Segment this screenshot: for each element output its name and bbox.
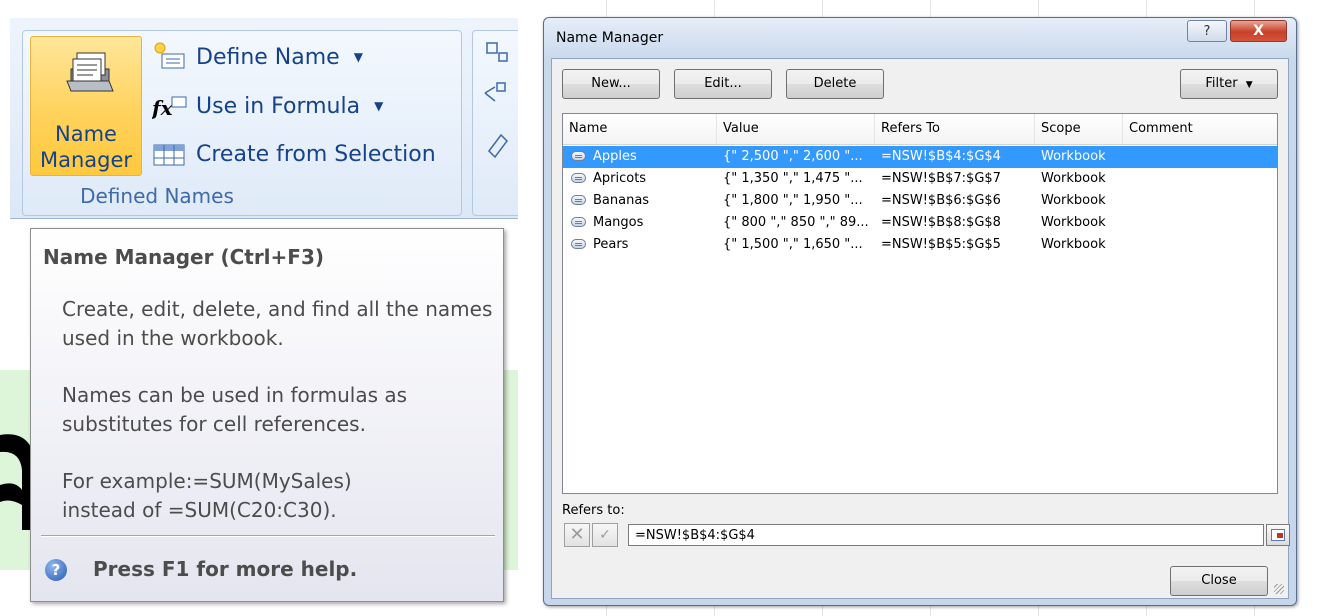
filter-button[interactable]: Filter ▼ (1180, 69, 1278, 99)
help-icon: ? (45, 559, 67, 581)
formula-auditing-icons (484, 42, 508, 159)
cell-name: Mangos (593, 215, 644, 230)
cell-scope: Workbook (1041, 171, 1106, 186)
cell-refers-to: =NSW!$B$4:$G$4 (881, 149, 1001, 164)
table-row[interactable]: Bananas {" 1,800 "," 1,950 "... =NSW!$B$6:… (563, 190, 1277, 212)
tooltip-example-line-2: instead of =SUM(C20:C30). (62, 498, 337, 522)
defined-name-icon (571, 151, 586, 161)
table-row[interactable]: Mangos {" 800 "," 850 "," 89... =NSW!$B$8:… (563, 212, 1277, 234)
name-manager-label-line2: Manager (39, 148, 133, 172)
use-in-formula-dropdown-icon: ▼ (374, 99, 384, 113)
dialog-close-icon[interactable]: X (1230, 20, 1287, 42)
cell-scope: Workbook (1041, 215, 1106, 230)
column-header-scope[interactable]: Scope (1035, 114, 1123, 144)
defined-names-group-label: Defined Names (80, 184, 234, 208)
new-button[interactable]: New... (562, 69, 660, 99)
cell-comment (1129, 234, 1277, 256)
collapse-dialog-button[interactable] (1266, 524, 1290, 546)
define-name-dropdown-icon: ▼ (353, 50, 363, 64)
cell-comment (1129, 190, 1277, 212)
table-row[interactable]: Apples {" 2,500 "," 2,600 "... =NSW!$B$4:$… (563, 146, 1277, 168)
cell-refers-to: =NSW!$B$8:$G$8 (881, 215, 1001, 230)
dialog-title: Name Manager (556, 30, 664, 46)
column-header-name[interactable]: Name (563, 114, 717, 144)
close-button[interactable]: Close (1170, 566, 1268, 596)
cell-name: Pears (593, 237, 629, 252)
name-manager-tooltip: Name Manager (Ctrl+F3) Create, edit, del… (30, 228, 504, 602)
tooltip-example-line-1: For example:=SUM(MySales) (62, 469, 352, 493)
dialog-help-button[interactable]: ? (1187, 20, 1227, 42)
use-in-formula-label: Use in Formula (196, 93, 361, 119)
column-header-refers-to[interactable]: Refers To (875, 114, 1035, 144)
cell-refers-to: =NSW!$B$7:$G$7 (881, 171, 1001, 186)
use-in-formula-icon: fx (152, 96, 187, 120)
cell-value: {" 1,500 "," 1,650 "... (723, 237, 863, 252)
create-from-selection-button[interactable]: Create from Selection (152, 139, 436, 169)
name-manager-label-line1: Name (55, 122, 117, 146)
name-manager-dialog: Name Manager ? X New... Edit... Delete F… (543, 17, 1297, 606)
cell-name: Apples (593, 149, 637, 164)
column-header-comment[interactable]: Comment (1123, 114, 1277, 144)
defined-name-icon (571, 217, 586, 227)
list-header: Name Value Refers To Scope Comment (563, 114, 1277, 145)
delete-button[interactable]: Delete (786, 69, 884, 99)
define-name-label: Define Name (196, 44, 340, 70)
dialog-body: New... Edit... Delete Filter ▼ Name Valu… (551, 58, 1290, 599)
cell-value: {" 1,350 "," 1,475 "... (723, 171, 863, 186)
edit-button[interactable]: Edit... (674, 69, 772, 99)
cell-name: Bananas (593, 193, 650, 208)
defined-name-icon (571, 173, 586, 183)
cell-comment (1129, 146, 1277, 168)
table-row[interactable]: Apricots {" 1,350 "," 1,475 "... =NSW!$B$7… (563, 168, 1277, 190)
create-from-selection-icon (153, 144, 185, 166)
next-ribbon-group (472, 30, 519, 216)
filter-dropdown-icon: ▼ (1245, 80, 1253, 90)
create-from-selection-label: Create from Selection (196, 141, 436, 167)
tooltip-help-text: Press F1 for more help. (93, 557, 358, 581)
define-name-icon (154, 42, 185, 69)
confirm-edit-icon[interactable]: ✓ (592, 523, 618, 547)
collapse-dialog-icon (1271, 529, 1285, 541)
tooltip-paragraph-2: Names can be used in formulas as substit… (62, 383, 408, 436)
cell-refers-to: =NSW!$B$5:$G$5 (881, 237, 1001, 252)
defined-name-icon (571, 195, 586, 205)
tooltip-divider (41, 535, 495, 537)
use-in-formula-button[interactable]: fx Use in Formula ▼ (152, 91, 383, 121)
cell-scope: Workbook (1041, 193, 1106, 208)
resize-grip-icon[interactable] (1274, 584, 1284, 594)
cell-value: {" 2,500 "," 2,600 "... (723, 149, 863, 164)
defined-name-icon (571, 239, 586, 249)
column-header-value[interactable]: Value (717, 114, 875, 144)
cancel-edit-icon[interactable]: ✕ (564, 523, 590, 547)
svg-text:fx: fx (152, 96, 174, 120)
name-manager-button[interactable]: Name Manager (30, 36, 142, 176)
cell-scope: Workbook (1041, 149, 1106, 164)
table-row[interactable]: Pears {" 1,500 "," 1,650 "... =NSW!$B$5:$G… (563, 234, 1277, 256)
tooltip-title: Name Manager (Ctrl+F3) (43, 245, 325, 269)
refers-to-input[interactable] (628, 524, 1264, 546)
names-list[interactable]: Name Value Refers To Scope Comment Apple… (562, 113, 1278, 494)
tooltip-paragraph-1: Create, edit, delete, and find all the n… (62, 297, 493, 350)
cell-name: Apricots (593, 171, 647, 186)
refers-to-label: Refers to: (562, 503, 625, 518)
cell-refers-to: =NSW!$B$6:$G$6 (881, 193, 1001, 208)
cell-scope: Workbook (1041, 237, 1106, 252)
cell-comment (1129, 168, 1277, 190)
cell-comment (1129, 212, 1277, 234)
filter-label: Filter (1205, 76, 1238, 91)
define-name-button[interactable]: Define Name ▼ (152, 42, 363, 72)
cell-value: {" 800 "," 850 "," 89... (723, 215, 869, 230)
cell-value: {" 1,800 "," 1,950 "... (723, 193, 863, 208)
name-manager-icon (66, 52, 114, 92)
